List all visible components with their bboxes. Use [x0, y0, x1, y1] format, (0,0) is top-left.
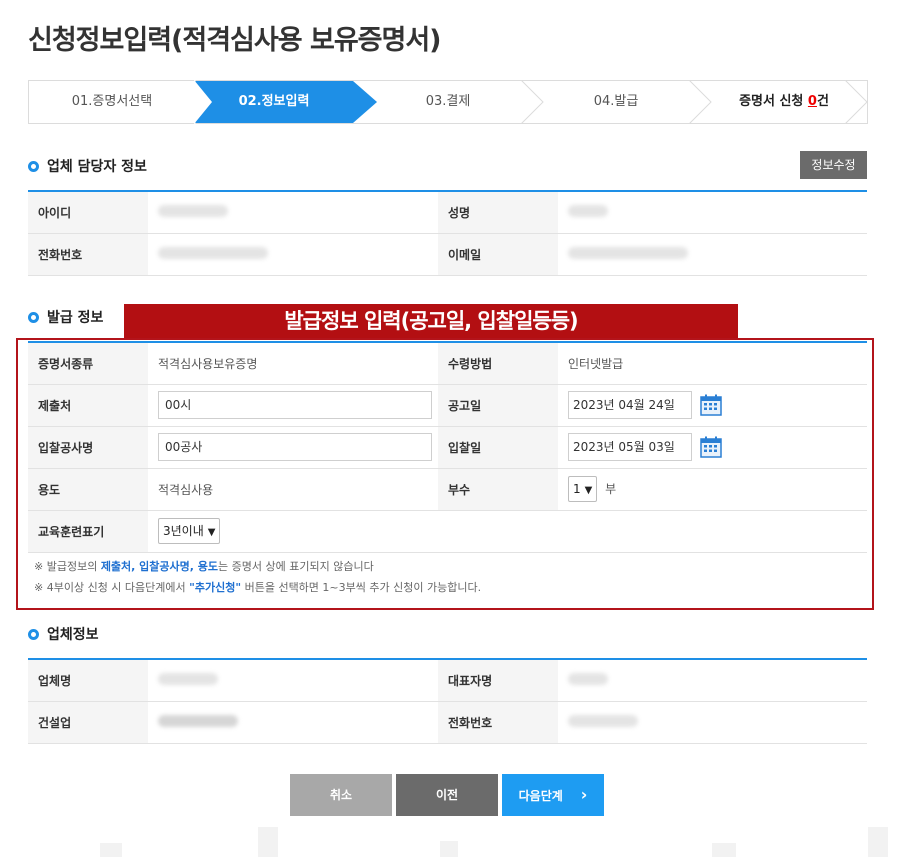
email-value: [558, 233, 867, 276]
request-count-value: 0: [807, 94, 817, 109]
company-name-value: [148, 659, 438, 702]
construction-label: 건설업: [28, 701, 148, 744]
contact-table: 아이디 성명 전화번호 이메일: [28, 190, 867, 276]
step-arrow-active: [353, 81, 377, 123]
ceo-name-label: 대표자명: [438, 659, 558, 702]
table-row: 아이디 성명: [28, 191, 867, 234]
cancel-button[interactable]: 취소: [290, 774, 392, 816]
company-name-label: 업체명: [28, 659, 148, 702]
next-step-button[interactable]: 다음단계 ›: [502, 774, 604, 816]
section-bullet-icon: [28, 311, 39, 323]
section-bullet-icon: [28, 628, 39, 640]
company-table: 업체명 대표자명 건설업 전화번호: [28, 658, 867, 744]
background-decoration: [440, 841, 458, 857]
name-value: [558, 191, 867, 234]
annotation-banner: 발급정보 입력(공고일, 입찰일등등): [124, 304, 738, 338]
contact-section-label: 업체 담당자 정보: [47, 159, 147, 175]
highlight-frame: [16, 338, 874, 610]
contact-section-title: 업체 담당자 정보: [28, 156, 147, 176]
table-row: 업체명 대표자명: [28, 659, 867, 702]
step-enter-info: 02.정보입력: [195, 81, 353, 123]
email-label: 이메일: [438, 233, 558, 276]
name-label: 성명: [438, 191, 558, 234]
page-title: 신청정보입력(적격심사용 보유증명서): [28, 25, 442, 56]
edit-info-button[interactable]: 정보수정: [800, 151, 867, 179]
request-label: 증명서 신청: [739, 94, 808, 109]
construction-value: [148, 701, 438, 744]
step-arrow-end: [845, 80, 868, 124]
company-section-label: 업체정보: [47, 627, 99, 643]
table-row: 건설업 전화번호: [28, 701, 867, 744]
step-select-certificate: 01.증명서선택: [71, 94, 153, 109]
background-decoration: [712, 843, 736, 857]
company-phone-value: [558, 701, 867, 744]
id-value: [148, 191, 438, 234]
step-arrow-divider: [521, 80, 544, 124]
ceo-name-value: [558, 659, 867, 702]
request-unit: 건: [816, 94, 829, 109]
background-decoration: [258, 827, 278, 857]
step-notch: [194, 80, 212, 124]
background-decoration: [868, 827, 888, 857]
chevron-right-icon: ›: [580, 785, 588, 804]
step-issue: 04.발급: [593, 94, 639, 109]
section-bullet-icon: [28, 160, 39, 172]
request-count[interactable]: 증명서 신청 0건: [711, 81, 857, 123]
progress-stepper: 01.증명서선택 02.정보입력 03.결제 04.발급 증명서 신청 0건: [28, 80, 868, 124]
step-arrow-divider: [689, 80, 712, 124]
company-phone-label: 전화번호: [438, 701, 558, 744]
phone-label: 전화번호: [28, 233, 148, 276]
issue-section-label: 발급 정보: [47, 310, 104, 326]
issue-section-title: 발급 정보: [28, 307, 103, 327]
company-section-title: 업체정보: [28, 624, 99, 644]
next-step-label: 다음단계: [518, 789, 563, 803]
step-payment: 03.결제: [425, 94, 471, 109]
background-decoration: [100, 843, 122, 857]
table-row: 전화번호 이메일: [28, 233, 867, 276]
phone-value: [148, 233, 438, 276]
prev-button[interactable]: 이전: [396, 774, 498, 816]
id-label: 아이디: [28, 191, 148, 234]
